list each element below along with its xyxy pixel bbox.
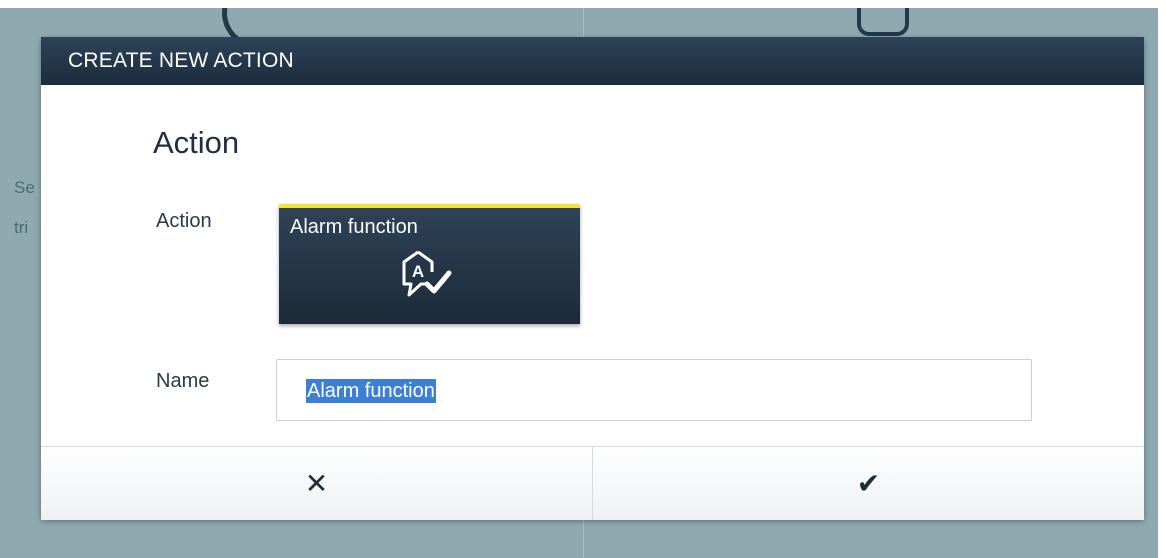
background-partial-text: Se [14,178,35,197]
close-icon: ✕ [304,468,329,499]
name-input-value: Alarm function [306,379,436,403]
action-label: Action [156,210,212,232]
dialog-title: CREATE NEW ACTION [41,37,1144,85]
background-partial-text: tri [14,218,29,237]
alarm-function-icon: A [402,250,452,297]
dialog-footer: ✕ ✔ [41,446,1144,520]
alarm-function-tile[interactable]: Alarm function A [279,204,580,324]
svg-text:A: A [412,262,424,281]
create-action-dialog: CREATE NEW ACTION Action Action Alarm fu… [41,37,1144,520]
name-label: Name [156,370,210,392]
cancel-button[interactable]: ✕ [41,447,592,520]
background-partial-icon-right [857,8,909,36]
section-title: Action [153,125,240,160]
confirm-button[interactable]: ✔ [592,447,1144,520]
name-input[interactable]: Alarm function [276,359,1032,421]
checkmark-icon: ✔ [856,468,881,499]
tile-label: Alarm function [290,216,418,238]
